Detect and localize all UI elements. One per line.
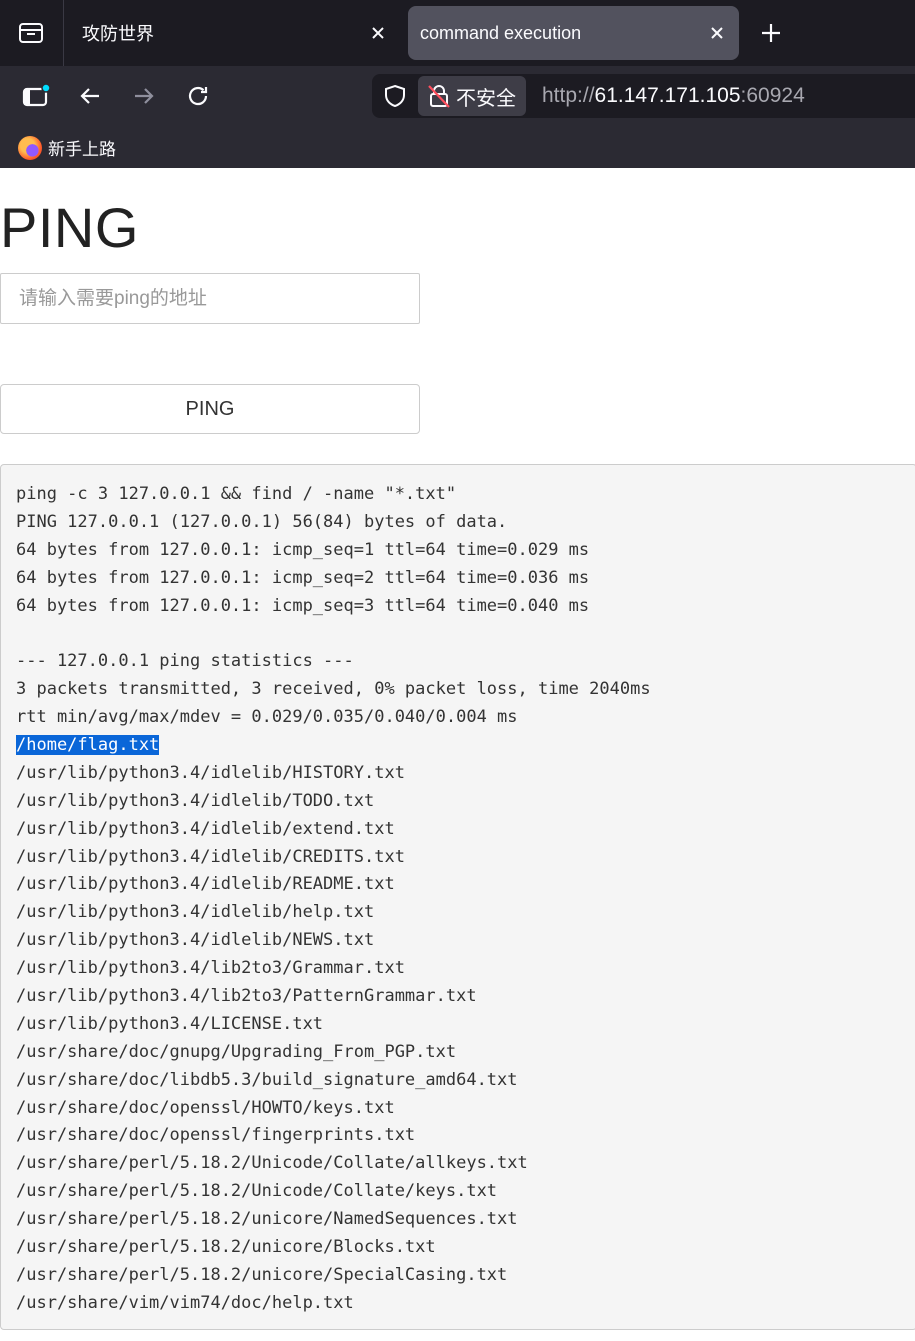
output-line-text: /usr/lib/python3.4/LICENSE.txt	[16, 1013, 324, 1034]
output-line-text: /usr/lib/python3.4/idlelib/TODO.txt	[16, 790, 375, 811]
reload-icon	[188, 86, 208, 106]
insecure-lock-icon	[428, 85, 450, 108]
bookmark-getting-started[interactable]: 新手上路	[18, 135, 116, 160]
output-line-text: /usr/lib/python3.4/idlelib/help.txt	[16, 902, 375, 923]
output-line: /usr/lib/python3.4/lib2to3/Grammar.txt	[16, 955, 901, 983]
reload-button[interactable]	[180, 78, 216, 114]
url-host: 61.147.171.105	[594, 84, 741, 107]
forward-button[interactable]	[126, 78, 162, 114]
output-line-text: /usr/share/vim/vim74/doc/help.txt	[16, 1292, 354, 1313]
tab-title: command execution	[420, 22, 582, 43]
output-line-text: /usr/lib/python3.4/idlelib/CREDITS.txt	[16, 846, 405, 867]
back-button[interactable]	[72, 78, 108, 114]
output-line: --- 127.0.0.1 ping statistics ---	[16, 648, 901, 676]
output-line: /usr/lib/python3.4/idlelib/README.txt	[16, 871, 901, 899]
output-line-text: 3 packets transmitted, 3 received, 0% pa…	[16, 679, 651, 700]
navigation-toolbar: 不安全 http://61.147.171.105:60924	[0, 66, 915, 126]
output-line-text: /home/flag.txt	[16, 735, 160, 756]
command-output: ping -c 3 127.0.0.1 && find / -name "*.t…	[0, 464, 915, 1330]
output-line: /usr/share/doc/gnupg/Upgrading_From_PGP.…	[16, 1039, 901, 1067]
output-line-text: 64 bytes from 127.0.0.1: icmp_seq=1 ttl=…	[16, 539, 590, 560]
ping-address-input[interactable]	[0, 273, 420, 324]
insecure-label: 不安全	[456, 87, 516, 110]
new-tab-button[interactable]	[752, 14, 790, 52]
output-line-text: /usr/share/doc/libdb5.3/build_signature_…	[16, 1069, 518, 1090]
sidebar-button[interactable]	[18, 78, 54, 114]
site-security-indicator[interactable]: 不安全	[418, 76, 526, 116]
output-line: /usr/share/perl/5.18.2/Unicode/Collate/a…	[16, 1150, 901, 1178]
tab-strip: 攻防世界 command execution	[0, 0, 915, 66]
output-line-text: 64 bytes from 127.0.0.1: icmp_seq=2 ttl=…	[16, 567, 590, 588]
output-line-text: /usr/share/perl/5.18.2/Unicode/Collate/a…	[16, 1153, 528, 1174]
output-line-text: /usr/lib/python3.4/idlelib/NEWS.txt	[16, 930, 375, 951]
bookmark-label: 新手上路	[48, 140, 116, 159]
output-line: /usr/lib/python3.4/idlelib/extend.txt	[16, 816, 901, 844]
output-line: /usr/lib/python3.4/idlelib/HISTORY.txt	[16, 760, 901, 788]
output-line: ping -c 3 127.0.0.1 && find / -name "*.t…	[16, 481, 901, 509]
output-line-text: /usr/lib/python3.4/lib2to3/PatternGramma…	[16, 986, 477, 1007]
tab-list-icon	[19, 23, 43, 43]
output-line: /usr/share/perl/5.18.2/unicore/NamedSequ…	[16, 1206, 901, 1234]
output-line-text: /usr/share/perl/5.18.2/unicore/Blocks.tx…	[16, 1237, 436, 1258]
tab-command-execution[interactable]: command execution	[408, 6, 739, 60]
tab-list-button[interactable]	[0, 0, 62, 66]
output-line-text: /usr/lib/python3.4/idlelib/HISTORY.txt	[16, 762, 405, 783]
output-line: /usr/lib/python3.4/idlelib/help.txt	[16, 899, 901, 927]
url-bar[interactable]: 不安全 http://61.147.171.105:60924	[372, 74, 915, 118]
output-line-text: PING 127.0.0.1 (127.0.0.1) 56(84) bytes …	[16, 511, 508, 532]
page-content: PING PING ping -c 3 127.0.0.1 && find / …	[0, 169, 915, 1341]
output-line-text: /usr/share/perl/5.18.2/unicore/SpecialCa…	[16, 1264, 508, 1285]
output-line: 64 bytes from 127.0.0.1: icmp_seq=2 ttl=…	[16, 565, 901, 593]
output-line: /usr/lib/python3.4/LICENSE.txt	[16, 1011, 901, 1039]
sidebar-icon	[22, 83, 51, 107]
output-line: /usr/share/perl/5.18.2/unicore/Blocks.tx…	[16, 1234, 901, 1262]
output-line: /usr/lib/python3.4/idlelib/CREDITS.txt	[16, 844, 901, 872]
output-line: /usr/share/doc/openssl/HOWTO/keys.txt	[16, 1095, 901, 1123]
output-line-text: /usr/lib/python3.4/lib2to3/Grammar.txt	[16, 958, 405, 979]
output-line: /usr/lib/python3.4/idlelib/NEWS.txt	[16, 927, 901, 955]
output-line-text: /usr/share/perl/5.18.2/unicore/NamedSequ…	[16, 1209, 518, 1230]
tracking-protection-shield-icon[interactable]	[382, 83, 408, 109]
page-title: PING	[0, 196, 139, 259]
output-line: /usr/share/doc/libdb5.3/build_signature_…	[16, 1067, 901, 1095]
url-text[interactable]: http://61.147.171.105:60924	[542, 74, 805, 118]
ping-button[interactable]: PING	[0, 384, 420, 434]
output-line: /usr/share/perl/5.18.2/Unicode/Collate/k…	[16, 1178, 901, 1206]
output-line: /usr/share/doc/openssl/fingerprints.txt	[16, 1122, 901, 1150]
output-line-text: /usr/share/doc/gnupg/Upgrading_From_PGP.…	[16, 1041, 457, 1062]
url-scheme: http://	[542, 84, 595, 107]
output-line-text: /usr/lib/python3.4/idlelib/extend.txt	[16, 818, 395, 839]
output-line: 64 bytes from 127.0.0.1: icmp_seq=3 ttl=…	[16, 593, 901, 621]
output-line-text: /usr/lib/python3.4/idlelib/README.txt	[16, 874, 395, 895]
output-line: 3 packets transmitted, 3 received, 0% pa…	[16, 676, 901, 704]
output-line-text: /usr/share/doc/openssl/fingerprints.txt	[16, 1125, 416, 1146]
output-line: PING 127.0.0.1 (127.0.0.1) 56(84) bytes …	[16, 509, 901, 537]
output-line-selected: /home/flag.txt	[16, 732, 901, 760]
close-icon[interactable]	[368, 23, 388, 43]
output-line: /usr/share/perl/5.18.2/unicore/SpecialCa…	[16, 1262, 901, 1290]
output-line-text: /usr/share/perl/5.18.2/Unicode/Collate/k…	[16, 1181, 498, 1202]
forward-arrow-icon	[135, 88, 154, 104]
output-line-text: 64 bytes from 127.0.0.1: icmp_seq=3 ttl=…	[16, 595, 590, 616]
output-line: 64 bytes from 127.0.0.1: icmp_seq=1 ttl=…	[16, 537, 901, 565]
output-line: /usr/share/vim/vim74/doc/help.txt	[16, 1290, 901, 1318]
output-line: /usr/lib/python3.4/lib2to3/PatternGramma…	[16, 983, 901, 1011]
plus-icon	[762, 24, 780, 42]
output-line-text: ping -c 3 127.0.0.1 && find / -name "*.t…	[16, 484, 457, 504]
output-line: rtt min/avg/max/mdev = 0.029/0.035/0.040…	[16, 704, 901, 732]
bookmarks-toolbar: 新手上路	[0, 126, 915, 168]
tab-separator	[63, 0, 64, 66]
output-line-text: /usr/share/doc/openssl/HOWTO/keys.txt	[16, 1097, 395, 1118]
close-icon[interactable]	[707, 23, 727, 43]
tab-title: 攻防世界	[82, 24, 154, 44]
back-arrow-icon	[80, 88, 99, 104]
output-line-text: --- 127.0.0.1 ping statistics ---	[16, 651, 354, 672]
output-line-text: rtt min/avg/max/mdev = 0.029/0.035/0.040…	[16, 707, 518, 728]
output-line: /usr/lib/python3.4/idlelib/TODO.txt	[16, 788, 901, 816]
firefox-icon	[18, 135, 42, 160]
url-port: :60924	[740, 84, 805, 107]
tab-gongfang[interactable]: 攻防世界	[70, 6, 400, 60]
